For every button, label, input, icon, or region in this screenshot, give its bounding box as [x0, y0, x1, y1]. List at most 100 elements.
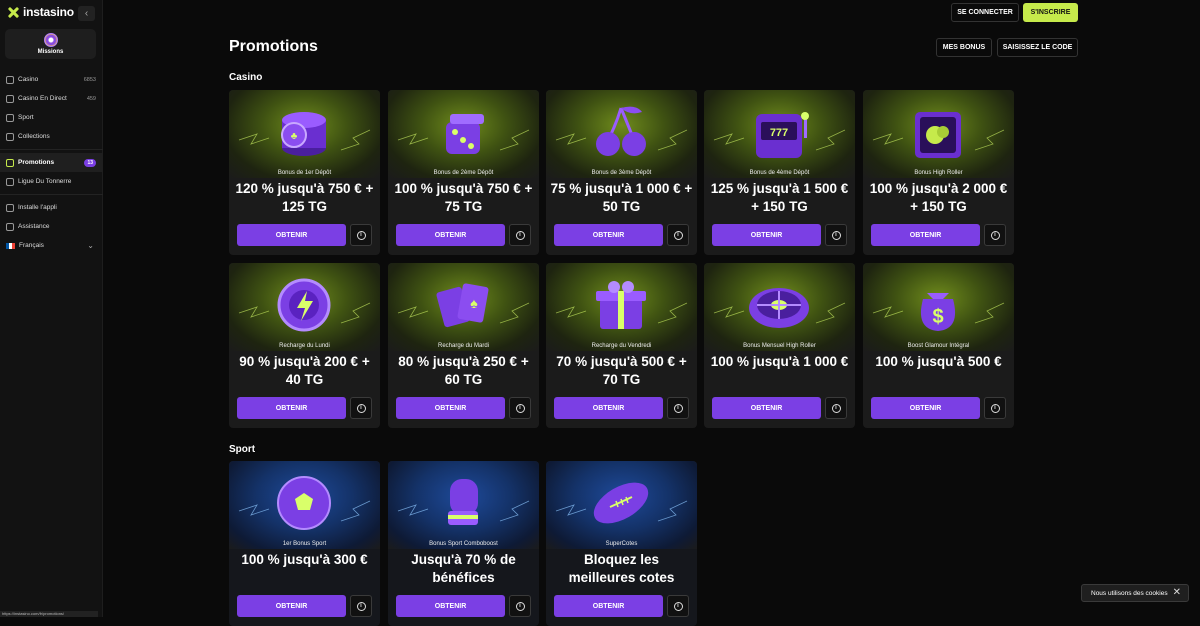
obtain-button[interactable]: OBTENIR — [712, 224, 821, 246]
sidebar-nav: Casino 6853 Casino En Direct 459 Sport Col… — [0, 70, 103, 255]
promo-art — [388, 461, 539, 549]
promo-art — [704, 263, 855, 351]
cherries-icon — [555, 106, 688, 156]
lightning-chip-icon — [238, 278, 371, 332]
promo-subtitle: Bonus High Roller — [914, 170, 963, 176]
info-button[interactable]: i — [667, 595, 689, 617]
info-icon: i — [990, 403, 1000, 413]
promo-card[interactable]: Bonus de 2ème Dépôt 100 % jusqu'à 750 € +… — [388, 90, 539, 255]
safe-icon — [872, 112, 1005, 158]
obtain-button[interactable]: OBTENIR — [554, 397, 663, 419]
cookie-text: Nous utilisons des cookies — [1091, 589, 1168, 597]
promo-art: 777 — [704, 90, 855, 178]
obtain-button[interactable]: OBTENIR — [237, 595, 346, 617]
obtain-button[interactable]: OBTENIR — [237, 224, 346, 246]
sidebar-item-sport[interactable]: Sport — [0, 108, 103, 127]
promo-card[interactable]: SuperCotes Bloquez les meilleures cotes OB… — [546, 461, 697, 626]
collections-icon — [6, 132, 14, 141]
obtain-button[interactable]: OBTENIR — [871, 397, 980, 419]
info-button[interactable]: i — [509, 595, 531, 617]
promo-subtitle: Recharge du Vendredi — [591, 343, 652, 349]
promo-card[interactable]: $ Boost Glamour Intégral 100 % jusqu'à 500… — [863, 263, 1014, 428]
promo-subtitle: SuperCotes — [605, 541, 638, 547]
info-icon: i — [990, 230, 1000, 240]
my-bonus-button[interactable]: MES BONUS — [936, 38, 992, 57]
sidebar-item-assistance[interactable]: Assistance — [0, 217, 103, 236]
info-button[interactable]: i — [667, 397, 689, 419]
promo-subtitle: Bonus de 1er Dépôt — [277, 170, 332, 176]
slot-machine-icon: 777 — [713, 112, 846, 158]
info-button[interactable]: i — [984, 224, 1006, 246]
roulette-icon — [713, 288, 846, 328]
collapse-sidebar-button[interactable]: ‹ — [78, 6, 95, 21]
target-icon — [43, 33, 58, 47]
info-button[interactable]: i — [825, 397, 847, 419]
sidebar-item-live-casino[interactable]: Casino En Direct 459 — [0, 89, 103, 108]
promo-headline: Bloquez les meilleures cotes — [568, 552, 675, 585]
info-button[interactable]: i — [984, 397, 1006, 419]
obtain-button[interactable]: OBTENIR — [237, 397, 346, 419]
obtain-button[interactable]: OBTENIR — [871, 224, 980, 246]
promotions-badge: 13 — [84, 158, 96, 167]
promo-card[interactable]: Bonus de 3ème Dépôt 75 % jusqu'à 1 000 € … — [546, 90, 697, 255]
promo-card[interactable]: ♣ Bonus de 1er Dépôt 120 % jusqu'à 750 € +… — [229, 90, 380, 255]
promo-card[interactable]: 1er Bonus Sport 100 % jusqu'à 300 € OBTENI… — [229, 461, 380, 626]
casino-icon — [6, 75, 14, 84]
sidebar-item-promotions[interactable]: Promotions 13 — [0, 153, 103, 172]
info-button[interactable]: i — [509, 397, 531, 419]
obtain-button[interactable]: OBTENIR — [554, 224, 663, 246]
sidebar-item-collections[interactable]: Collections — [0, 127, 103, 146]
obtain-button[interactable]: OBTENIR — [712, 397, 821, 419]
cookie-banner: Nous utilisons des cookies ✕ — [1081, 584, 1189, 602]
promo-card[interactable]: Bonus Sport Comboboost Jusqu'à 70 % de bé… — [388, 461, 539, 626]
promo-art — [388, 90, 539, 178]
promo-card[interactable]: Bonus Mensuel High Roller 100 % jusqu'à 1… — [704, 263, 855, 428]
promo-card[interactable]: Bonus High Roller 100 % jusqu'à 2 000 € +… — [863, 90, 1014, 255]
promo-headline: 100 % jusqu'à 500 € — [875, 354, 1002, 369]
promo-art — [546, 263, 697, 351]
promo-subtitle: Boost Glamour Intégral — [907, 343, 970, 349]
casino-count: 6853 — [83, 76, 96, 83]
login-button[interactable]: SE CONNECTER — [951, 3, 1019, 22]
promo-art — [546, 461, 697, 549]
live-casino-icon — [6, 94, 14, 103]
close-icon[interactable]: ✕ — [1173, 587, 1181, 598]
info-button[interactable]: i — [667, 224, 689, 246]
promo-card[interactable]: Recharge du Lundi 90 % jusqu'à 200 € + 40… — [229, 263, 380, 428]
language-select[interactable]: Français ⌄ — [0, 236, 103, 255]
info-button[interactable]: i — [509, 224, 531, 246]
sidebar-item-install-app[interactable]: Installe l'appli — [0, 198, 103, 217]
info-icon: i — [831, 230, 841, 240]
promo-card[interactable]: 777 Bonus de 4ème Dépôt 125 % jusqu'à 1 50… — [704, 90, 855, 255]
divider — [0, 149, 103, 150]
info-button[interactable]: i — [825, 224, 847, 246]
live-casino-count: 459 — [86, 95, 96, 102]
info-button[interactable]: i — [350, 224, 372, 246]
obtain-button[interactable]: OBTENIR — [554, 595, 663, 617]
obtain-button[interactable]: OBTENIR — [396, 397, 505, 419]
logo-icon — [7, 6, 20, 19]
sidebar-item-league[interactable]: Ligue Du Tonnerre — [0, 172, 103, 191]
svg-text:777: 777 — [770, 127, 788, 139]
promo-card[interactable]: Recharge du Vendredi 70 % jusqu'à 500 € +… — [546, 263, 697, 428]
brand-logo[interactable]: instasino — [7, 5, 74, 19]
promo-card[interactable]: ♠ Recharge du Mardi 80 % jusqu'à 250 € + 6… — [388, 263, 539, 428]
info-icon: i — [515, 403, 525, 413]
info-button[interactable]: i — [350, 595, 372, 617]
boxing-glove-icon — [397, 479, 530, 525]
obtain-button[interactable]: OBTENIR — [396, 595, 505, 617]
promo-art — [546, 90, 697, 178]
promo-headline: 90 % jusqu'à 200 € + 40 TG — [239, 354, 370, 387]
signup-button[interactable]: S'INSCRIRE — [1023, 3, 1078, 22]
info-icon: i — [673, 403, 683, 413]
enter-code-button[interactable]: SAISISSEZ LE CODE — [997, 38, 1078, 57]
info-button[interactable]: i — [350, 397, 372, 419]
promo-subtitle: Bonus Sport Comboboost — [429, 541, 498, 547]
missions-label: Missions — [37, 49, 64, 55]
promo-subtitle: Recharge du Lundi — [279, 343, 330, 349]
promo-subtitle: Bonus de 4ème Dépôt — [749, 170, 810, 176]
obtain-button[interactable]: OBTENIR — [396, 224, 505, 246]
missions-button[interactable]: Missions — [5, 29, 96, 59]
sidebar-item-casino[interactable]: Casino 6853 — [0, 70, 103, 89]
svg-text:$: $ — [932, 306, 943, 328]
